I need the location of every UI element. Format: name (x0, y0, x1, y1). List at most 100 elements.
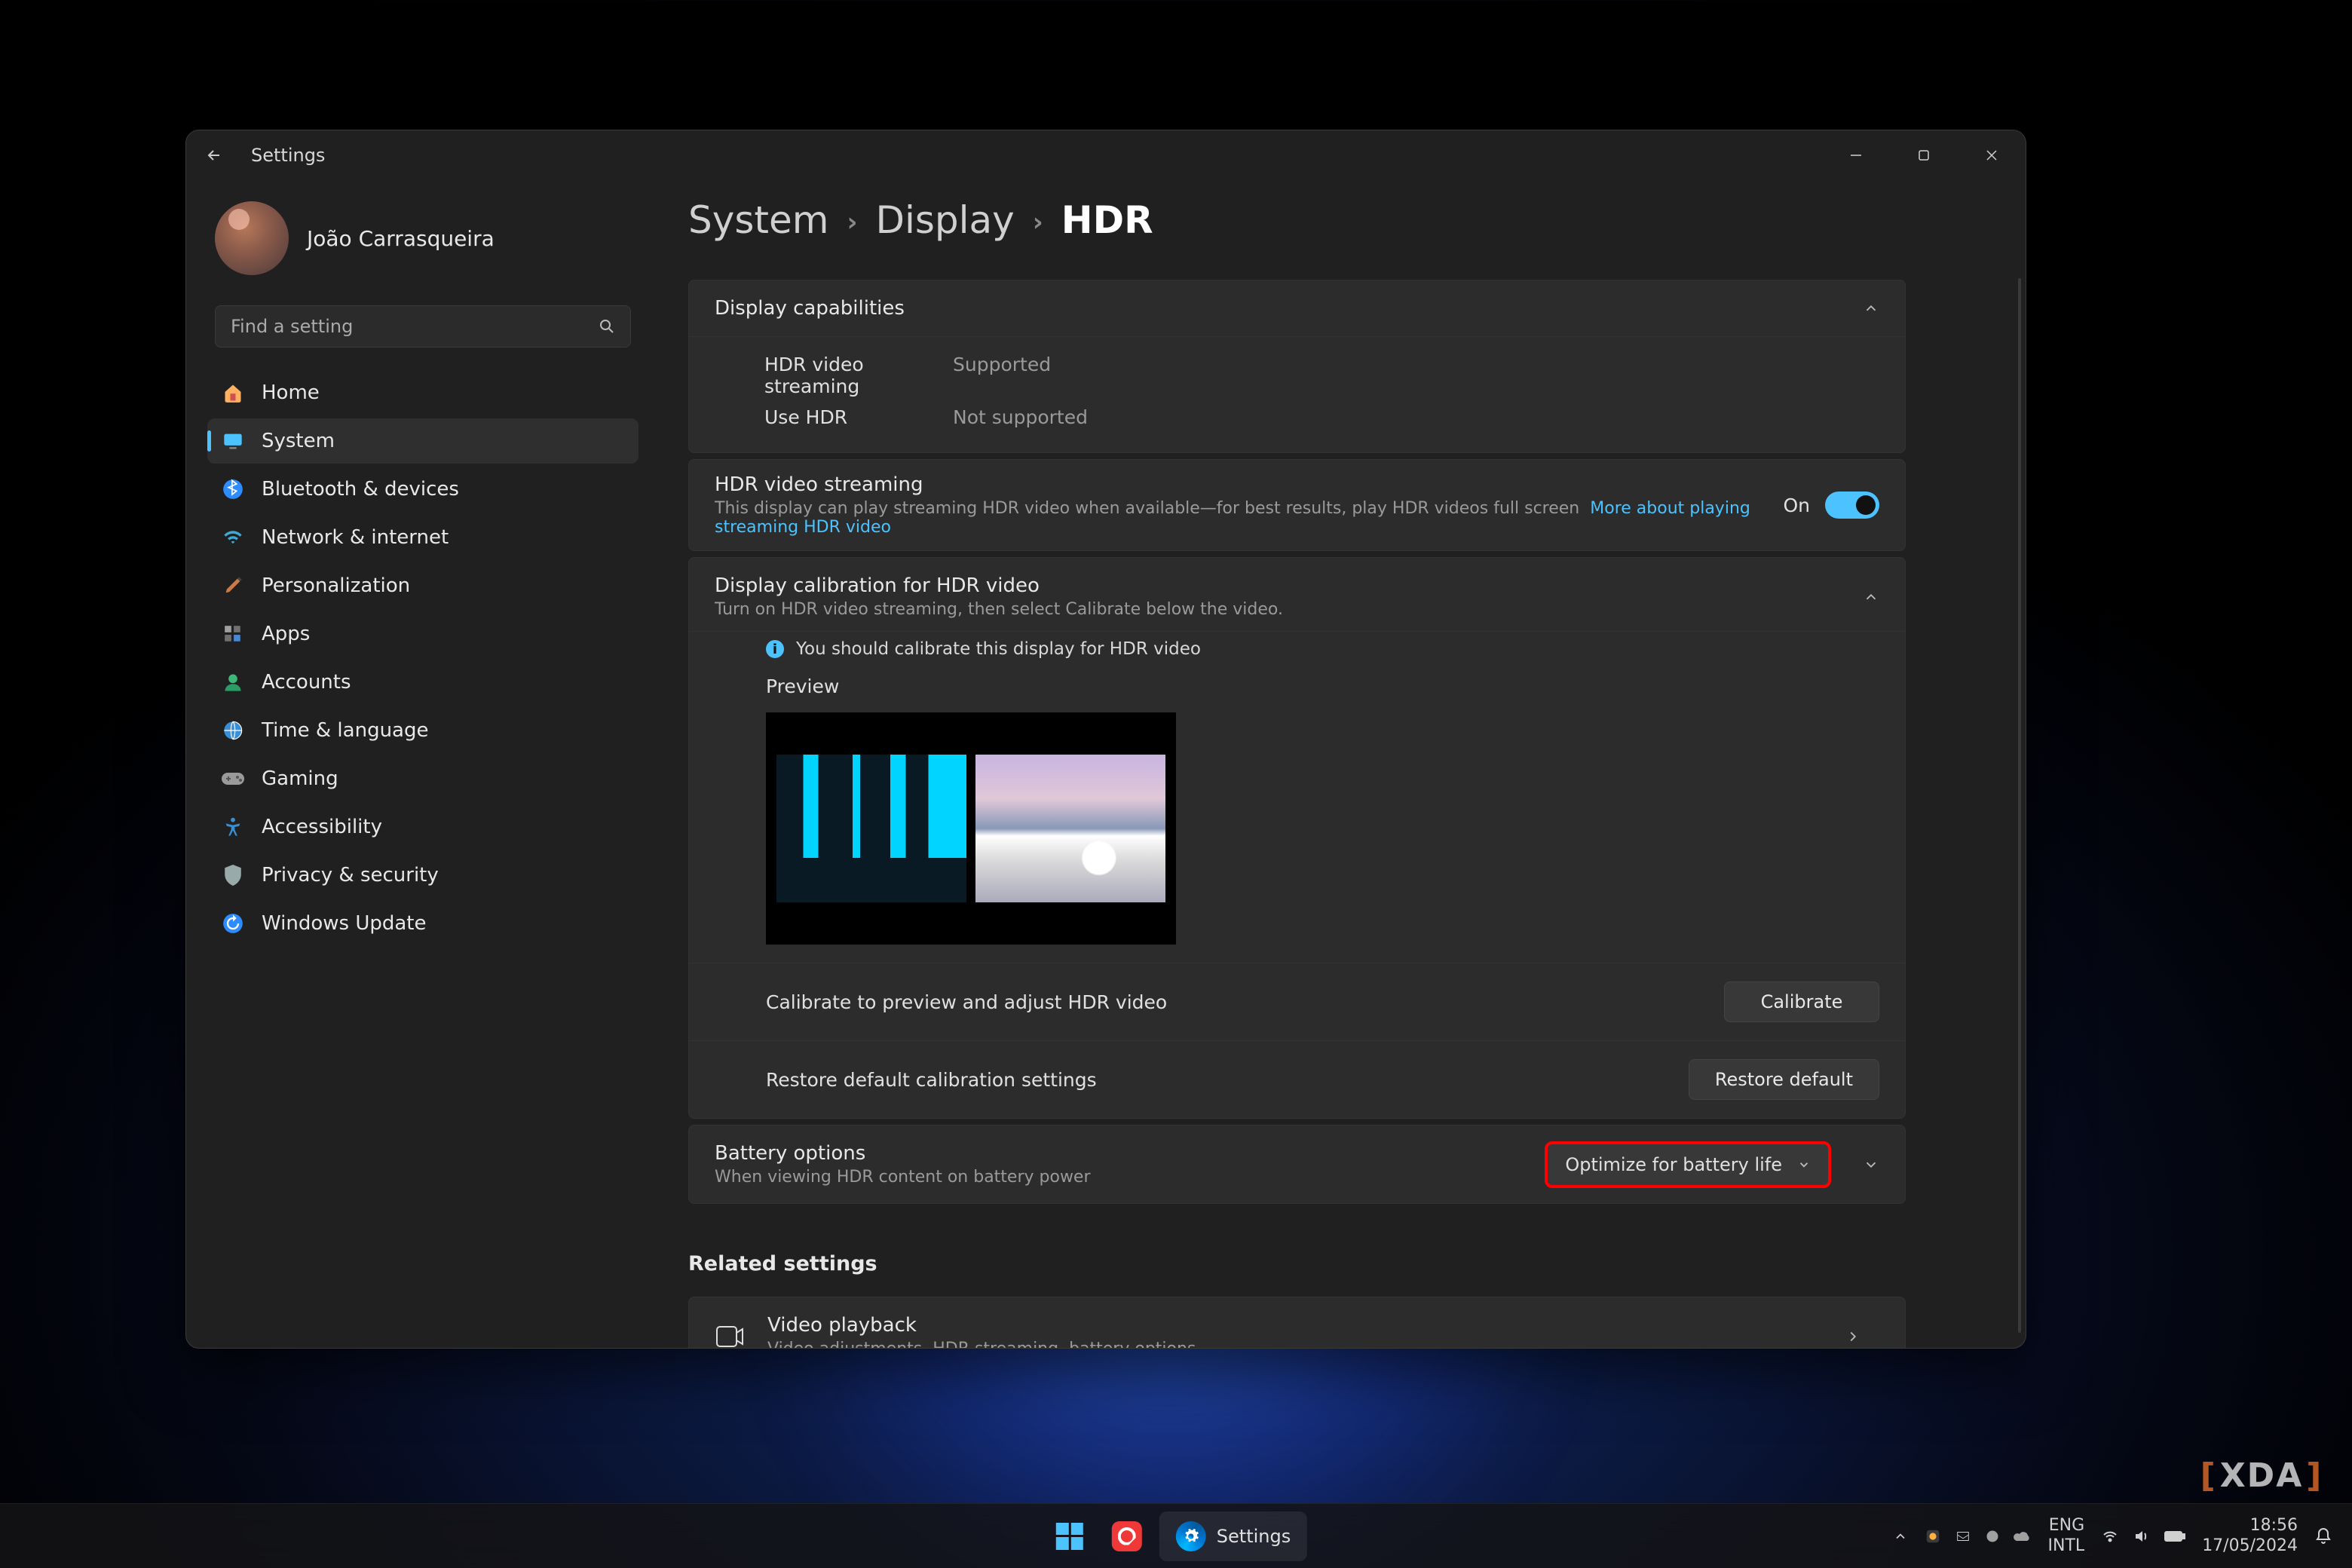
tray-app-icon[interactable] (1985, 1529, 2000, 1544)
card-subtitle: Turn on HDR video streaming, then select… (715, 600, 1283, 619)
system-icon (221, 429, 245, 453)
search-input[interactable] (215, 305, 631, 348)
battery-icon (2164, 1530, 2185, 1543)
expand-button[interactable] (1845, 1156, 1897, 1173)
card-header[interactable]: Display capabilities (689, 280, 1905, 336)
maximize-button[interactable] (1890, 130, 1958, 180)
sidebar-item-privacy[interactable]: Privacy & security (207, 853, 639, 898)
sidebar-item-network[interactable]: Network & internet (207, 515, 639, 560)
sidebar-item-label: Time & language (262, 719, 428, 742)
window-title: Settings (251, 145, 325, 166)
profile[interactable]: João Carrasqueira (215, 201, 639, 275)
globe-clock-icon (221, 718, 245, 743)
capability-key: HDR video streaming (764, 354, 953, 397)
gamepad-icon (221, 767, 245, 791)
preview-label: Preview (766, 675, 1905, 697)
quick-settings[interactable] (2101, 1527, 2185, 1545)
sidebar-item-label: System (262, 430, 335, 452)
windows-logo-icon (1056, 1523, 1083, 1550)
close-button[interactable] (1958, 130, 2026, 180)
back-button[interactable] (204, 145, 224, 165)
volume-icon (2133, 1527, 2151, 1545)
calibrate-row: Calibrate to preview and adjust HDR vide… (689, 963, 1905, 1040)
sidebar-item-personalization[interactable]: Personalization (207, 563, 639, 608)
info-icon: i (766, 640, 784, 658)
breadcrumb-system[interactable]: System (688, 198, 828, 242)
sidebar-item-accounts[interactable]: Accounts (207, 660, 639, 705)
battery-options-dropdown[interactable]: Optimize for battery life (1546, 1143, 1830, 1187)
clock[interactable]: 18:56 17/05/2024 (2202, 1516, 2298, 1556)
card-display-capabilities: Display capabilities HDR video streaming… (688, 280, 1906, 453)
taskbar-app-settings[interactable]: Settings (1159, 1511, 1307, 1561)
tray-app-icon[interactable] (1955, 1528, 1971, 1545)
sidebar-item-label: Accounts (262, 671, 351, 694)
chevron-right-icon: › (847, 203, 857, 237)
dropdown-value: Optimize for battery life (1565, 1154, 1782, 1175)
taskbar-app-vivaldi[interactable] (1102, 1511, 1152, 1561)
hdr-streaming-toggle[interactable] (1825, 492, 1879, 519)
row-label: Calibrate to preview and adjust HDR vide… (766, 991, 1167, 1013)
username: João Carrasqueira (307, 226, 495, 251)
update-icon (221, 911, 245, 936)
capability-key: Use HDR (764, 406, 953, 428)
chevron-right-icon (1827, 1328, 1879, 1345)
wifi-icon (221, 525, 245, 550)
related-video-playback[interactable]: Video playback Video adjustments, HDR st… (688, 1297, 1906, 1348)
sidebar-item-accessibility[interactable]: Accessibility (207, 804, 639, 850)
accessibility-icon (221, 815, 245, 839)
sidebar-item-label: Network & internet (262, 526, 449, 549)
chevron-down-icon (1797, 1158, 1811, 1171)
home-icon (221, 381, 245, 405)
info-banner: i You should calibrate this display for … (689, 632, 1905, 666)
scrollbar[interactable] (2018, 278, 2021, 1333)
tray-cloud-icon[interactable] (2014, 1529, 2032, 1544)
main-content: System › Display › HDR Display capabilit… (654, 180, 2026, 1348)
sidebar-item-time[interactable]: Time & language (207, 708, 639, 753)
sidebar-item-label: Accessibility (262, 816, 382, 838)
sidebar-item-label: Windows Update (262, 912, 427, 935)
language-indicator[interactable]: ENG INTL (2048, 1516, 2085, 1556)
sidebar-item-apps[interactable]: Apps (207, 611, 639, 657)
breadcrumb-display[interactable]: Display (875, 198, 1014, 242)
video-playback-icon (715, 1321, 745, 1349)
minimize-button[interactable] (1822, 130, 1890, 180)
capability-row: Use HDR Not supported (689, 402, 1905, 433)
card-calibration: Display calibration for HDR video Turn o… (688, 557, 1906, 1119)
row-label: Restore default calibration settings (766, 1069, 1097, 1091)
card-header[interactable]: Display calibration for HDR video Turn o… (689, 558, 1905, 632)
hdr-preview-image (766, 712, 1176, 945)
chevron-right-icon: › (1033, 203, 1043, 237)
restore-default-button[interactable]: Restore default (1689, 1059, 1879, 1100)
sidebar-item-gaming[interactable]: Gaming (207, 756, 639, 801)
chevron-up-icon (1863, 589, 1879, 605)
system-tray[interactable] (1925, 1528, 2032, 1545)
vivaldi-icon (1112, 1521, 1142, 1551)
tray-app-icon[interactable] (1925, 1528, 1941, 1545)
tray-chevron-icon[interactable] (1893, 1529, 1908, 1544)
date: 17/05/2024 (2202, 1536, 2298, 1556)
sidebar-item-system[interactable]: System (207, 418, 639, 464)
start-button[interactable] (1045, 1511, 1095, 1561)
info-text: You should calibrate this display for HD… (796, 639, 1201, 659)
brush-icon (221, 574, 245, 598)
chevron-up-icon (1863, 300, 1879, 317)
capability-value: Supported (953, 354, 1051, 397)
toggle-state-label: On (1783, 495, 1810, 516)
titlebar: Settings (186, 130, 2026, 180)
settings-app-icon (1176, 1521, 1206, 1551)
row-desc: When viewing HDR content on battery powe… (715, 1168, 1531, 1187)
sidebar-item-home[interactable]: Home (207, 370, 639, 415)
sidebar-item-bluetooth[interactable]: Bluetooth & devices (207, 467, 639, 512)
card-title: Display calibration for HDR video (715, 574, 1283, 597)
calibrate-button[interactable]: Calibrate (1724, 982, 1879, 1022)
time: 18:56 (2202, 1516, 2298, 1536)
sidebar-item-label: Privacy & security (262, 864, 439, 887)
card-title: Display capabilities (715, 297, 905, 320)
related-desc: Video adjustments, HDR streaming, batter… (767, 1340, 1804, 1348)
sidebar-item-update[interactable]: Windows Update (207, 901, 639, 946)
notifications-button[interactable] (2314, 1527, 2332, 1545)
wifi-icon (2101, 1527, 2119, 1545)
bluetooth-icon (221, 477, 245, 501)
sidebar-item-label: Personalization (262, 574, 410, 597)
taskbar-app-label: Settings (1217, 1526, 1291, 1547)
